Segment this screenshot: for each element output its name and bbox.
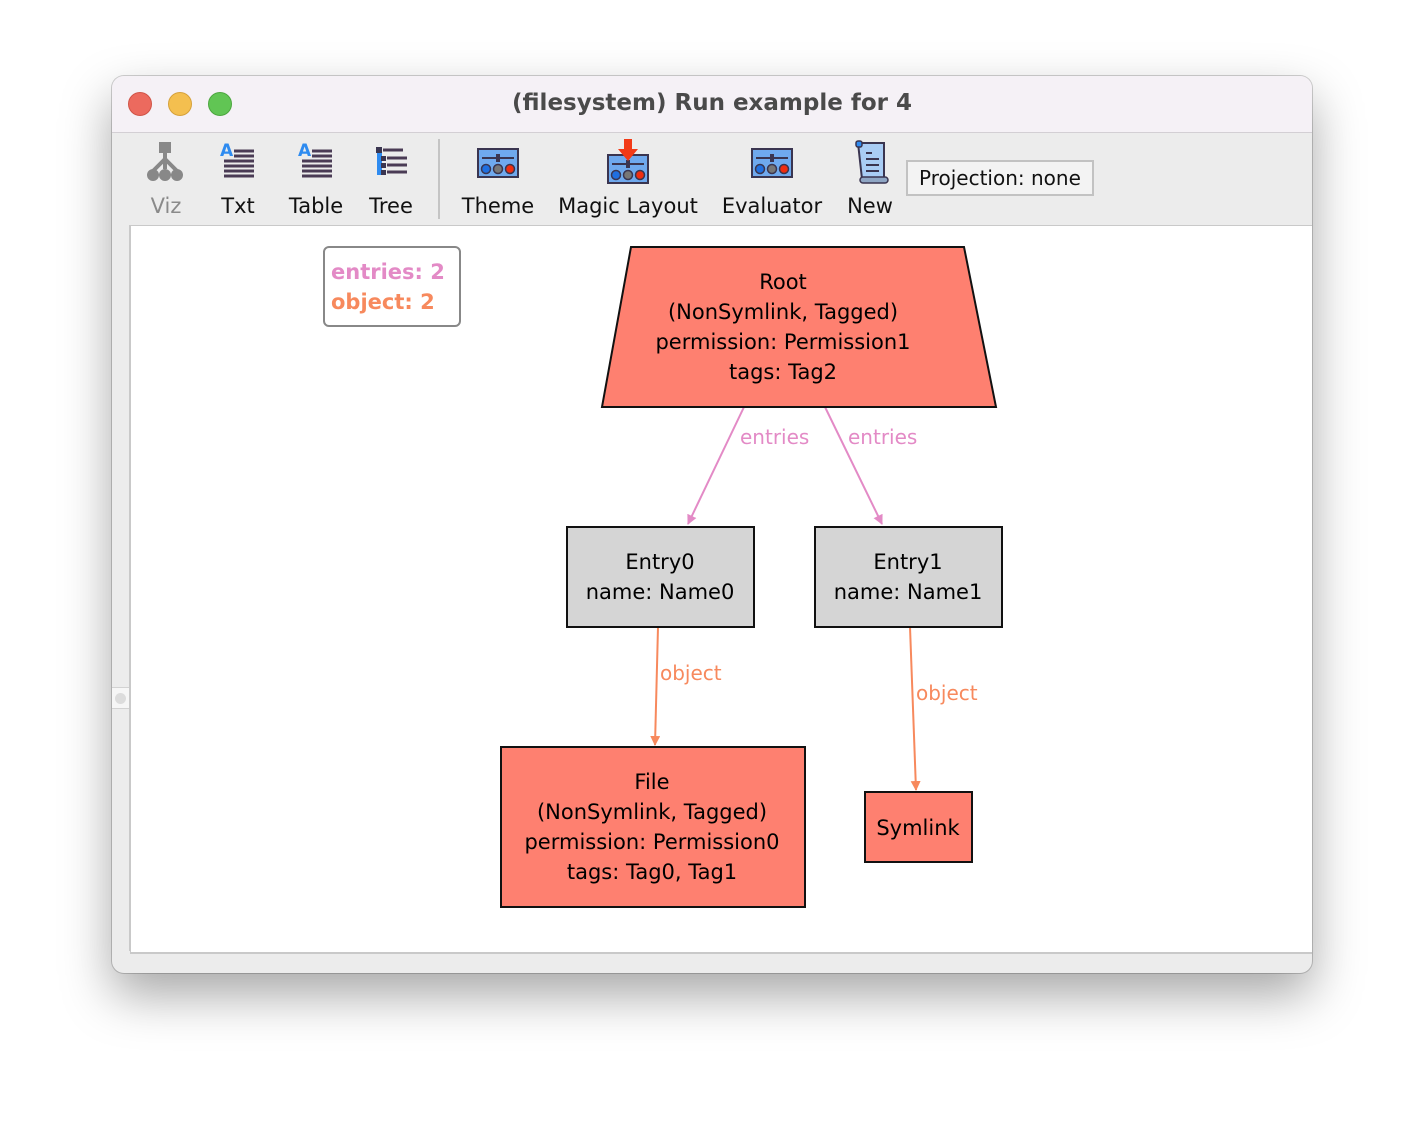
new-label: New bbox=[847, 194, 893, 218]
node-line: (NonSymlink, Tagged) bbox=[537, 800, 767, 824]
txt-label: Txt bbox=[221, 194, 255, 218]
node-line: File bbox=[634, 770, 669, 794]
node-line: Entry0 bbox=[625, 550, 694, 574]
title-bar: (filesystem) Run example for 4 bbox=[112, 76, 1312, 133]
node-root[interactable]: Root (NonSymlink, Tagged) permission: Pe… bbox=[600, 246, 998, 408]
evaluator-sliders-icon bbox=[751, 148, 793, 178]
tree-button[interactable]: Tree bbox=[362, 133, 420, 225]
toolbar: Viz A Txt A Table Tree Theme Magic Layou… bbox=[112, 133, 1312, 225]
node-line: name: Name0 bbox=[586, 580, 735, 604]
node-shape bbox=[814, 526, 1003, 628]
divider-handle[interactable] bbox=[115, 693, 126, 704]
edge-entry1-symlink: object bbox=[909, 626, 978, 791]
node-file[interactable]: File (NonSymlink, Tagged) permission: Pe… bbox=[500, 746, 806, 908]
table-label: Table bbox=[288, 194, 344, 218]
toolbar-separator bbox=[438, 139, 440, 219]
theme-sliders-icon bbox=[477, 148, 519, 178]
edge-label-entries: entries bbox=[740, 425, 809, 449]
tree-list-icon bbox=[376, 147, 407, 175]
txt-button[interactable]: A Txt bbox=[212, 133, 264, 225]
theme-button[interactable]: Theme bbox=[458, 133, 538, 225]
edge-entry0-file: object bbox=[650, 626, 722, 746]
legend-entries: entries: 2 bbox=[331, 260, 445, 284]
edge-line bbox=[909, 626, 921, 791]
node-line: tags: Tag0, Tag1 bbox=[567, 860, 737, 884]
legend-object: object: 2 bbox=[331, 290, 435, 314]
magic-layout-icon bbox=[607, 139, 649, 184]
node-symlink[interactable]: Symlink bbox=[864, 791, 973, 863]
node-shape bbox=[566, 526, 755, 628]
graph-canvas[interactable]: entries: 2 object: 2 entries entries obj… bbox=[130, 225, 1312, 954]
viz-label: Viz bbox=[150, 194, 182, 218]
magic-layout-label: Magic Layout bbox=[558, 194, 698, 218]
evaluator-button[interactable]: Evaluator bbox=[718, 133, 826, 225]
text-document-icon: A bbox=[220, 141, 254, 178]
relation-legend: entries: 2 object: 2 bbox=[323, 246, 461, 327]
split-pane-divider[interactable] bbox=[112, 225, 130, 951]
node-line: tags: Tag2 bbox=[729, 360, 837, 384]
edge-line bbox=[650, 626, 661, 746]
node-line: name: Name1 bbox=[834, 580, 983, 604]
node-line: permission: Permission0 bbox=[524, 830, 779, 854]
edge-label-entries: entries bbox=[848, 425, 917, 449]
edge-line bbox=[687, 406, 745, 525]
scroll-document-icon bbox=[855, 140, 889, 184]
window-title: (filesystem) Run example for 4 bbox=[512, 90, 912, 116]
new-button[interactable]: New bbox=[842, 133, 898, 225]
theme-label: Theme bbox=[461, 194, 535, 218]
node-entry0[interactable]: Entry0 name: Name0 bbox=[566, 526, 755, 628]
node-line: Root bbox=[759, 270, 807, 294]
tree-graph-icon bbox=[147, 142, 183, 181]
magic-layout-button[interactable]: Magic Layout bbox=[556, 133, 700, 225]
legend-box bbox=[323, 246, 461, 327]
projection-selector[interactable]: Projection: none bbox=[906, 160, 1094, 196]
table-button[interactable]: A Table bbox=[282, 133, 350, 225]
node-line: (NonSymlink, Tagged) bbox=[668, 300, 898, 324]
edge-label-object: object bbox=[660, 661, 722, 685]
node-line: Symlink bbox=[876, 816, 960, 840]
edge-label-object: object bbox=[916, 681, 978, 705]
table-text-icon: A bbox=[298, 141, 332, 178]
svg-text:A: A bbox=[220, 141, 234, 161]
graph-svg: entries: 2 object: 2 entries entries obj… bbox=[323, 246, 1003, 908]
evaluator-label: Evaluator bbox=[721, 194, 823, 218]
app-window: (filesystem) Run example for 4 Viz A Txt bbox=[112, 76, 1312, 973]
node-line: Entry1 bbox=[873, 550, 942, 574]
viz-button[interactable]: Viz bbox=[140, 133, 192, 225]
edge-root-entry1: entries bbox=[824, 406, 917, 525]
node-entry1[interactable]: Entry1 name: Name1 bbox=[814, 526, 1003, 628]
svg-text:A: A bbox=[298, 141, 312, 161]
tree-label: Tree bbox=[369, 194, 413, 218]
node-line: permission: Permission1 bbox=[655, 330, 910, 354]
edge-root-entry0: entries bbox=[687, 406, 809, 525]
